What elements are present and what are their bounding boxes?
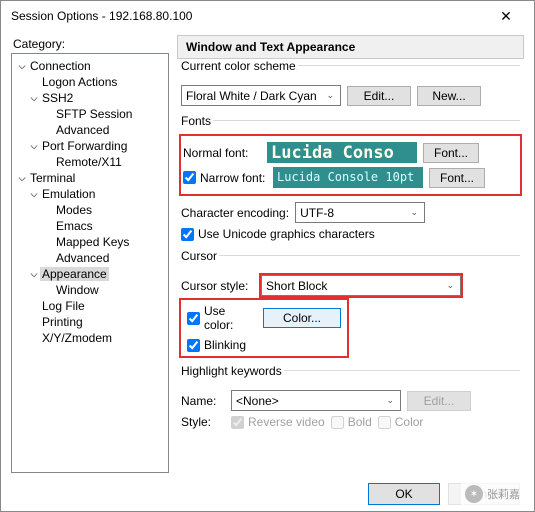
dialog-footer: OK Cancel <box>1 483 534 505</box>
tree-terminal[interactable]: Terminal <box>28 171 77 185</box>
normal-font-button[interactable]: Font... <box>423 143 479 163</box>
hl-style-label: Style: <box>181 415 225 429</box>
tree-mapped[interactable]: Mapped Keys <box>54 235 131 249</box>
close-button[interactable]: ✕ <box>486 2 526 30</box>
category-tree[interactable]: Connection Logon Actions SSH2 SFTP Sessi… <box>11 53 169 473</box>
watermark: ✶ 张莉嘉 <box>461 483 524 505</box>
chevron-down-icon[interactable] <box>28 189 40 200</box>
group-cursor: Cursor Cursor style: Short Block⌄ Use co… <box>181 255 520 362</box>
chevron-down-icon: ⌄ <box>386 395 396 406</box>
chevron-down-icon: ⌄ <box>411 207 421 218</box>
tree-remote[interactable]: Remote/X11 <box>54 155 124 169</box>
tree-emulation[interactable]: Emulation <box>40 187 97 201</box>
narrow-font-checkbox[interactable]: Narrow font: <box>183 171 267 185</box>
settings-pane: Window and Text Appearance Current color… <box>177 35 524 471</box>
chevron-down-icon[interactable] <box>28 269 40 280</box>
category-label: Category: <box>13 37 65 51</box>
tree-sftp[interactable]: SFTP Session <box>54 107 134 121</box>
unicode-checkbox[interactable]: Use Unicode graphics characters <box>181 227 375 241</box>
chevron-down-icon[interactable] <box>16 173 28 184</box>
color-checkbox: Color <box>378 415 424 429</box>
tree-ssh2[interactable]: SSH2 <box>40 91 75 105</box>
tree-modes[interactable]: Modes <box>54 203 94 217</box>
narrow-font-sample: Lucida Console 10pt <box>273 167 423 188</box>
pane-title: Window and Text Appearance <box>177 35 524 59</box>
titlebar: Session Options - 192.168.80.100 ✕ <box>1 1 534 31</box>
tree-connection[interactable]: Connection <box>28 59 93 73</box>
blinking-checkbox[interactable]: Blinking <box>187 338 246 352</box>
wechat-icon: ✶ <box>465 485 483 503</box>
chevron-down-icon[interactable] <box>28 141 40 152</box>
use-color-checkbox[interactable]: Use color: <box>187 304 257 332</box>
normal-font-label: Normal font: <box>183 146 261 160</box>
tree-logon[interactable]: Logon Actions <box>40 75 119 89</box>
ok-button[interactable]: OK <box>368 483 440 505</box>
scheme-new-button[interactable]: New... <box>417 86 481 106</box>
tree-advanced2[interactable]: Advanced <box>54 251 111 265</box>
group-fonts: Fonts Normal font: Lucida Conso Font... … <box>181 120 520 247</box>
tree-printing[interactable]: Printing <box>40 315 85 329</box>
chevron-down-icon[interactable] <box>16 61 28 72</box>
tree-portfwd[interactable]: Port Forwarding <box>40 139 129 153</box>
tree-advanced1[interactable]: Advanced <box>54 123 111 137</box>
chevron-down-icon[interactable] <box>28 93 40 104</box>
window-title: Session Options - 192.168.80.100 <box>11 9 486 23</box>
normal-font-sample: Lucida Conso <box>267 142 417 163</box>
hl-name-combo[interactable]: <None>⌄ <box>231 390 401 411</box>
tree-appearance[interactable]: Appearance <box>40 267 109 281</box>
hl-edit-button: Edit... <box>407 391 471 411</box>
bold-checkbox: Bold <box>331 415 372 429</box>
tree-xyz[interactable]: X/Y/Zmodem <box>40 331 114 345</box>
hl-name-label: Name: <box>181 394 225 408</box>
encoding-combo[interactable]: UTF-8⌄ <box>295 202 425 223</box>
reverse-video-checkbox: Reverse video <box>231 415 325 429</box>
color-scheme-combo[interactable]: Floral White / Dark Cyan⌄ <box>181 85 341 106</box>
close-icon: ✕ <box>500 8 512 25</box>
chevron-down-icon: ⌄ <box>326 90 336 101</box>
cursor-style-combo[interactable]: Short Block⌄ <box>261 275 461 296</box>
chevron-down-icon: ⌄ <box>446 280 456 291</box>
encoding-label: Character encoding: <box>181 206 289 220</box>
scheme-edit-button[interactable]: Edit... <box>347 86 411 106</box>
group-highlight: Highlight keywords Name: <None>⌄ Edit...… <box>181 370 520 435</box>
tree-emacs[interactable]: Emacs <box>54 219 95 233</box>
tree-logfile[interactable]: Log File <box>40 299 87 313</box>
tree-window[interactable]: Window <box>54 283 101 297</box>
color-button[interactable]: Color... <box>263 308 341 328</box>
group-color-scheme: Current color scheme Floral White / Dark… <box>181 65 520 112</box>
narrow-font-button[interactable]: Font... <box>429 168 485 188</box>
cursor-style-label: Cursor style: <box>181 279 255 293</box>
